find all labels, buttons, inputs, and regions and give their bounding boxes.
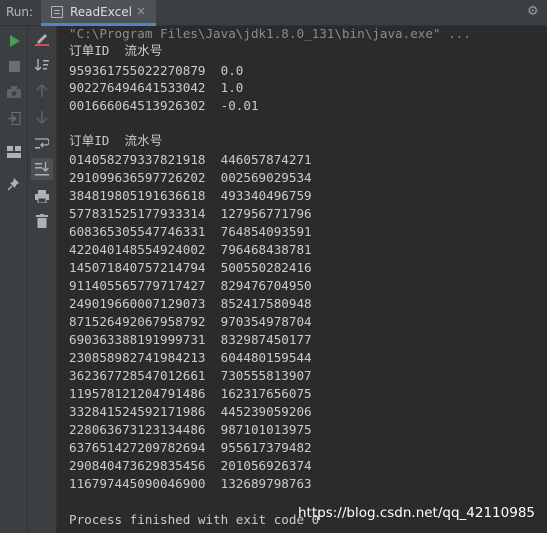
- sort-button[interactable]: [32, 55, 52, 75]
- section2-row: 145071840757214794 500550282416: [69, 260, 312, 275]
- console-output[interactable]: "C:\Program Files\Java\jdk1.8.0_131\bin\…: [57, 26, 547, 533]
- run-toolbar-secondary: [28, 26, 57, 533]
- section2-row: 230858982741984213 604480159544: [69, 350, 312, 365]
- section2-row: 911405565779717427 829476704950: [69, 278, 312, 293]
- section1-row: 001666064513926302 -0.01: [69, 98, 259, 113]
- section2-row: 228063673123134486 987101013975: [69, 422, 312, 437]
- section2-row: 577831525177933314 127956771796: [69, 206, 312, 221]
- section2-header: 订单ID 流水号: [69, 133, 163, 148]
- up-stack-button[interactable]: [32, 81, 52, 101]
- section2-row: 014058279337821918 446057874271: [69, 152, 312, 167]
- section1-header: 订单ID 流水号: [69, 43, 163, 58]
- section2-row: 332841524592171986 445239059206: [69, 404, 312, 419]
- stop-icon: [8, 60, 20, 72]
- tab-label: ReadExcel: [70, 5, 132, 19]
- clear-all-button[interactable]: [32, 211, 52, 231]
- dump-threads-button[interactable]: [4, 82, 24, 102]
- layout-icon: [7, 146, 21, 158]
- sort-down-icon: [35, 59, 49, 71]
- arrow-down-icon: [36, 111, 48, 124]
- rerun-button[interactable]: [4, 31, 24, 51]
- clear-edit-button[interactable]: [32, 29, 52, 49]
- arrow-up-icon: [36, 84, 48, 97]
- trash-icon: [36, 214, 48, 228]
- section2-row: 290840473629835456 201056926374: [69, 458, 312, 473]
- run-label: Run:: [6, 5, 34, 19]
- section1-row: 959361755022270879 0.0: [69, 63, 244, 78]
- run-toolbar-primary: [0, 26, 28, 533]
- run-tool-window-header: Run: ReadExcel × ⚙: [0, 0, 547, 26]
- printer-icon: [35, 189, 49, 203]
- soft-wrap-button[interactable]: [32, 133, 52, 153]
- command-line: "C:\Program Files\Java\jdk1.8.0_131\bin\…: [69, 26, 471, 41]
- pencil-icon: [35, 34, 49, 46]
- section2-row: 291099636597726202 002569029534: [69, 170, 312, 185]
- stop-button[interactable]: [4, 56, 24, 76]
- watermark-url: https://blog.csdn.net/qq_42110985: [297, 505, 535, 521]
- section2-row: 116797445090046900 132689798763: [69, 476, 312, 491]
- soft-wrap-icon: [35, 138, 49, 149]
- settings-gear-icon[interactable]: ⚙: [527, 4, 539, 19]
- exit-button[interactable]: [4, 108, 24, 128]
- section2-row: 249019660007129073 852417580948: [69, 296, 312, 311]
- print-button[interactable]: [32, 186, 52, 206]
- exit-icon: [7, 111, 20, 125]
- restore-layout-button[interactable]: [4, 142, 24, 162]
- pin-icon: [8, 177, 19, 191]
- scroll-to-end-icon: [35, 162, 49, 176]
- tab-readexcel[interactable]: ReadExcel ×: [41, 0, 156, 26]
- section2-row: 871526492067958792 970354978704: [69, 314, 312, 329]
- scroll-to-end-button[interactable]: [31, 158, 53, 180]
- tab-close-icon[interactable]: ×: [136, 4, 146, 18]
- section2-row: 119578121204791486 162317656075: [69, 386, 312, 401]
- section2-row: 690363388191999731 832987450177: [69, 332, 312, 347]
- play-icon: [10, 35, 20, 47]
- section2-row: 384819805191636618 493340496759: [69, 188, 312, 203]
- section1-row: 902276494641533042 1.0: [69, 80, 244, 95]
- section2-row: 422040148554924002 796468438781: [69, 242, 312, 257]
- run-config-icon: [51, 6, 63, 18]
- section2-row: 608365305547746331 764854093591: [69, 224, 312, 239]
- section2-row: 637651427209782694 955617379482: [69, 440, 312, 455]
- down-stack-button[interactable]: [32, 107, 52, 127]
- camera-icon: [7, 86, 21, 98]
- pin-tab-button[interactable]: [4, 174, 24, 194]
- section2-row: 362367728547012661 730555813907: [69, 368, 312, 383]
